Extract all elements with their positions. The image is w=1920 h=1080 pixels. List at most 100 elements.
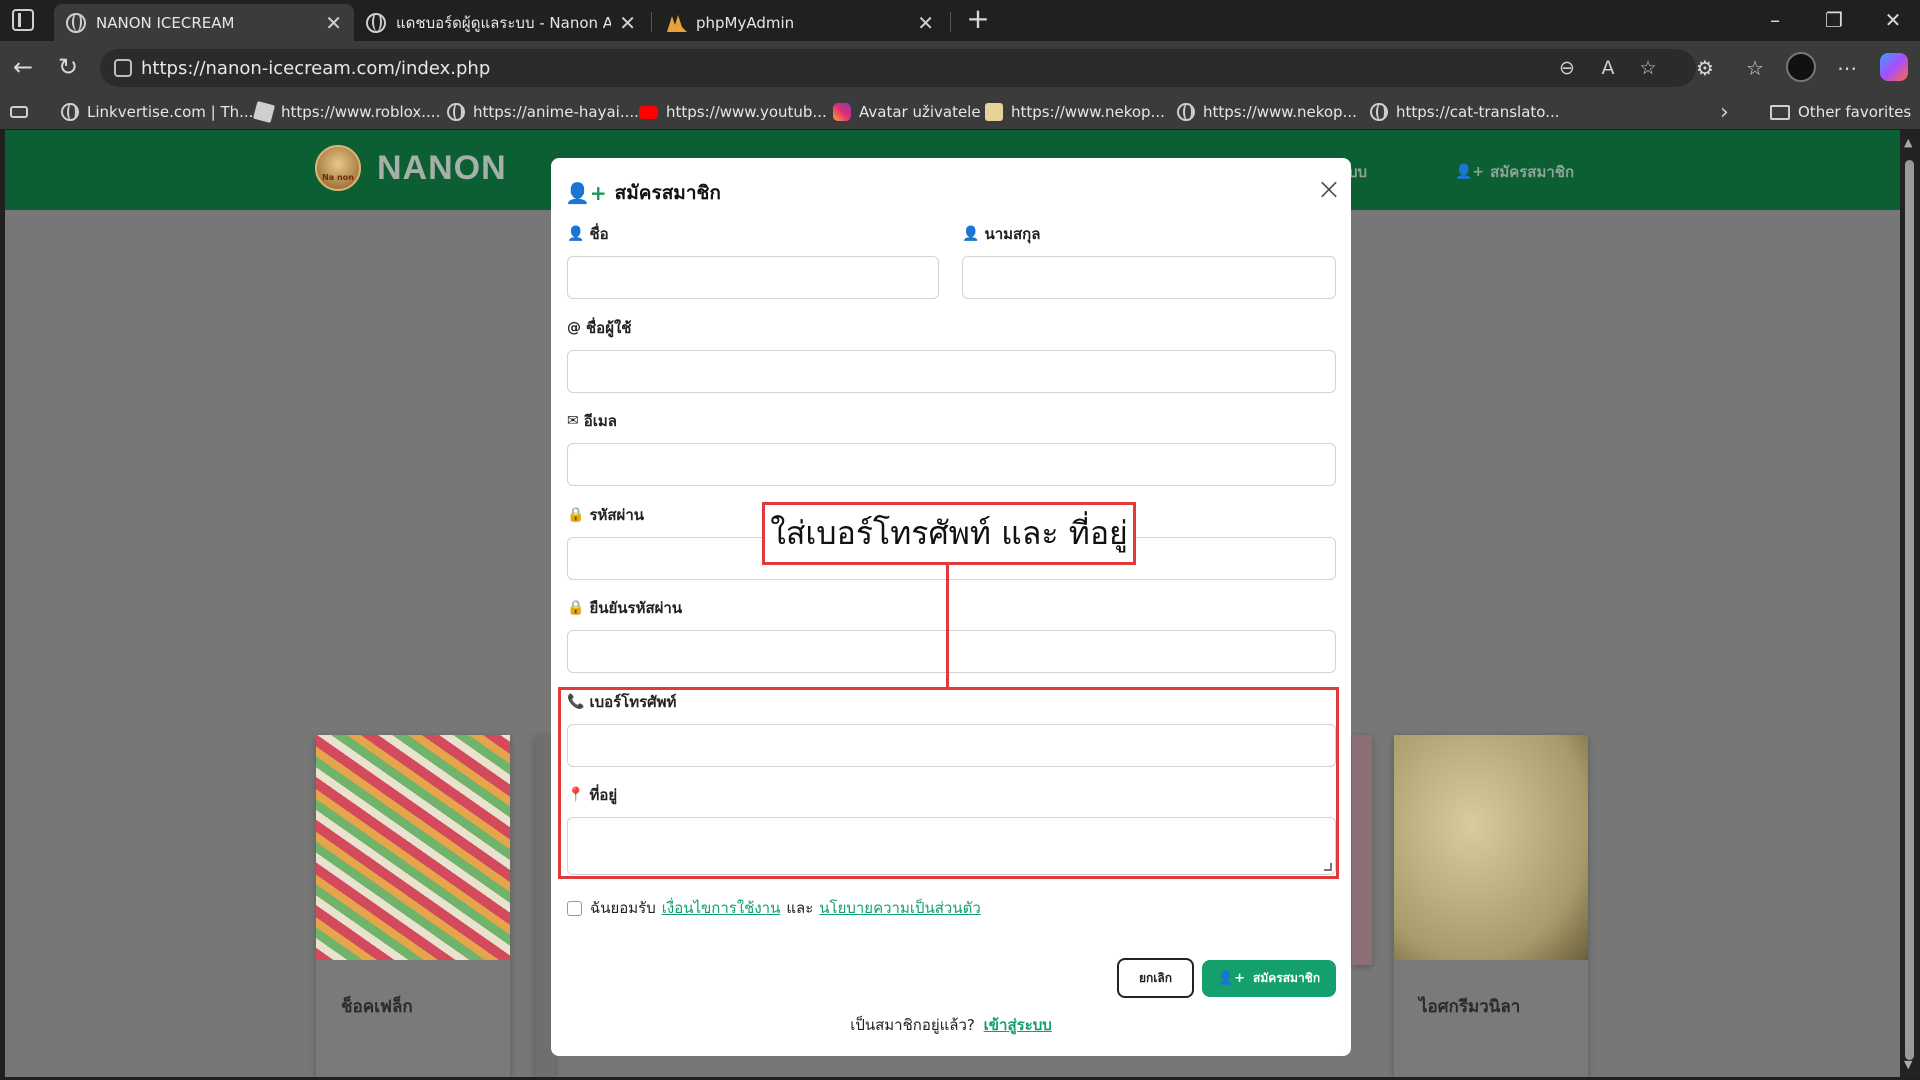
product-name: ช็อคเฟล็ก	[341, 997, 413, 1017]
user-icon: 👤	[962, 226, 980, 242]
agree-checkbox[interactable]	[567, 900, 582, 916]
annotation-callout: ใส่เบอร์โทรศัพท์ และ ที่อยู่	[762, 502, 1136, 565]
nav-register-label: สมัครสมาชิก	[1490, 163, 1575, 181]
refresh-button[interactable]: ↻	[53, 53, 83, 83]
favorite-item[interactable]: https://anime-hayai....	[447, 100, 639, 124]
confirm-password-label-text: ยืนยันรหัสผ่าน	[589, 599, 683, 617]
tab-title: แดชบอร์ดผู้ดูแลระบบ - Nanon Admin	[396, 13, 612, 32]
privacy-link[interactable]: นโยบายความเป็นส่วนตัว	[819, 896, 981, 920]
product-image	[1394, 735, 1588, 960]
globe-icon	[366, 12, 386, 33]
scrollbar-thumb[interactable]	[1905, 160, 1914, 1060]
product-card[interactable]: ช็อคเฟล็ก	[316, 735, 510, 1077]
email-field[interactable]	[567, 443, 1336, 486]
login-prompt-text: เป็นสมาชิกอยู่แล้ว?	[850, 1016, 975, 1034]
read-aloud-icon[interactable]: A	[1597, 57, 1619, 79]
confirm-password-field[interactable]	[567, 630, 1336, 673]
tab-title: phpMyAdmin	[696, 13, 795, 32]
favorite-label: https://www.roblox....	[281, 103, 441, 121]
favorite-label: https://www.nekop...	[1011, 103, 1165, 121]
favorite-label: Linkvertise.com | Th...	[87, 103, 254, 121]
scroll-down-icon[interactable]: ▼	[1904, 1058, 1912, 1071]
phpmyadmin-icon	[666, 13, 687, 33]
close-icon[interactable]: ✕	[619, 11, 636, 35]
modal-title-text: สมัครสมาชิก	[614, 182, 721, 204]
user-icon: 👤	[567, 226, 585, 242]
url-text[interactable]: https://nanon-icecream.com/index.php	[141, 58, 490, 79]
username-label: @ ชื่อผู้ใช้	[567, 316, 631, 340]
new-tab-button[interactable]: +	[962, 4, 994, 36]
first-name-field[interactable]	[567, 256, 939, 299]
tab-admin-dashboard[interactable]: แดชบอร์ดผู้ดูแลระบบ - Nanon Admin ✕	[354, 4, 648, 41]
restore-button[interactable]: ❐	[1819, 6, 1849, 36]
last-name-label: 👤 นามสกุล	[962, 222, 1040, 246]
user-plus-icon: 👤+	[1217, 971, 1245, 986]
user-plus-icon: 👤+	[565, 181, 607, 205]
brand-name[interactable]: NANON	[377, 149, 507, 188]
agree-prefix: ฉันยอมรับ	[590, 899, 656, 917]
favorite-item[interactable]: https://www.roblox....	[252, 100, 441, 124]
copilot-icon[interactable]	[1880, 53, 1908, 81]
cancel-button[interactable]: ยกเลิก	[1117, 958, 1194, 998]
other-favorites-folder[interactable]: Other favorites	[1770, 100, 1911, 124]
close-icon[interactable]: ✕	[917, 11, 934, 35]
favorite-item[interactable]: https://www.nekop...	[985, 100, 1165, 124]
email-label-text: อีเมล	[583, 412, 617, 430]
window-close-button[interactable]: ✕	[1878, 6, 1908, 36]
site-info-icon[interactable]	[114, 59, 132, 77]
favorite-item[interactable]: https://www.youtub...	[639, 100, 827, 124]
tab-bar: NANON ICECREAM ✕ แดชบอร์ดผู้ดูแลระบบ - N…	[0, 0, 1920, 41]
annotation-highlight-frame	[558, 687, 1339, 879]
profile-avatar[interactable]	[1786, 52, 1816, 82]
modal-close-button[interactable]: ×	[1314, 175, 1344, 206]
lock-icon: 🔒	[567, 600, 585, 616]
login-link[interactable]: เข้าสู่ระบบ	[984, 1016, 1052, 1034]
favorite-item[interactable]: Linkvertise.com | Th...	[61, 100, 253, 124]
close-icon[interactable]: ✕	[325, 11, 342, 35]
terms-link[interactable]: เงื่อนไขการใช้งาน	[662, 896, 781, 920]
more-icon[interactable]: ⋯	[1832, 53, 1862, 83]
favorite-star-icon[interactable]: ☆	[1637, 57, 1659, 79]
tab-actions-icon[interactable]	[12, 9, 34, 31]
username-field[interactable]	[567, 350, 1336, 393]
lock-icon: 🔒	[567, 507, 585, 523]
confirm-password-label: 🔒 ยืนยันรหัสผ่าน	[567, 596, 682, 620]
favorites-icon[interactable]: ☆	[1740, 53, 1770, 83]
product-name: ไอศกรีมวนิลา	[1419, 997, 1521, 1017]
favorite-label: https://www.youtub...	[666, 103, 827, 121]
tab-nanon-icecream[interactable]: NANON ICECREAM ✕	[54, 4, 354, 41]
minimize-button[interactable]: –	[1760, 6, 1790, 36]
favorite-item[interactable]: Avatar uživatele	[833, 100, 981, 124]
favorites-toggle-icon[interactable]	[10, 100, 28, 124]
globe-icon	[66, 12, 86, 33]
tab-phpmyadmin[interactable]: phpMyAdmin ✕	[654, 4, 946, 41]
favorite-label: https://www.nekop...	[1203, 103, 1357, 121]
last-name-field[interactable]	[962, 256, 1336, 299]
at-icon: @	[567, 320, 581, 336]
nav-link-register[interactable]: 👤+ สมัครสมาชิก	[1455, 160, 1574, 184]
tab-divider	[950, 12, 951, 32]
zoom-icon[interactable]: ⊖	[1556, 57, 1578, 79]
user-plus-icon: 👤+	[1455, 164, 1485, 180]
extensions-icon[interactable]: ⚙	[1690, 53, 1720, 83]
globe-icon	[447, 103, 465, 121]
tab-title: NANON ICECREAM	[96, 13, 235, 32]
favorite-item[interactable]: https://cat-translato...	[1370, 100, 1560, 124]
agree-and: และ	[786, 899, 814, 917]
password-label-text: รหัสผ่าน	[589, 506, 645, 524]
register-submit-button[interactable]: 👤+ สมัครสมาชิก	[1202, 960, 1336, 997]
favorite-item[interactable]: https://www.nekop...	[1177, 100, 1357, 124]
scroll-up-icon[interactable]: ▲	[1904, 136, 1912, 149]
email-label: ✉ อีเมล	[567, 409, 617, 433]
url-field[interactable]: https://nanon-icecream.com/index.php ⊖ A…	[100, 49, 1696, 87]
product-card[interactable]: ไอศกรีมวนิลา	[1394, 735, 1588, 1077]
back-button[interactable]: ←	[8, 53, 38, 83]
brand-logo[interactable]: Na non	[315, 145, 361, 191]
first-name-label: 👤 ชื่อ	[567, 222, 609, 246]
modal-title: 👤+ สมัครสมาชิก	[565, 178, 721, 208]
product-card[interactable]	[1352, 735, 1372, 965]
favorites-bar: Linkvertise.com | Th... https://www.robl…	[0, 94, 1920, 129]
submit-label: สมัครสมาชิก	[1253, 971, 1321, 985]
chevron-right-icon[interactable]: ›	[1720, 100, 1729, 125]
product-image	[316, 735, 510, 960]
